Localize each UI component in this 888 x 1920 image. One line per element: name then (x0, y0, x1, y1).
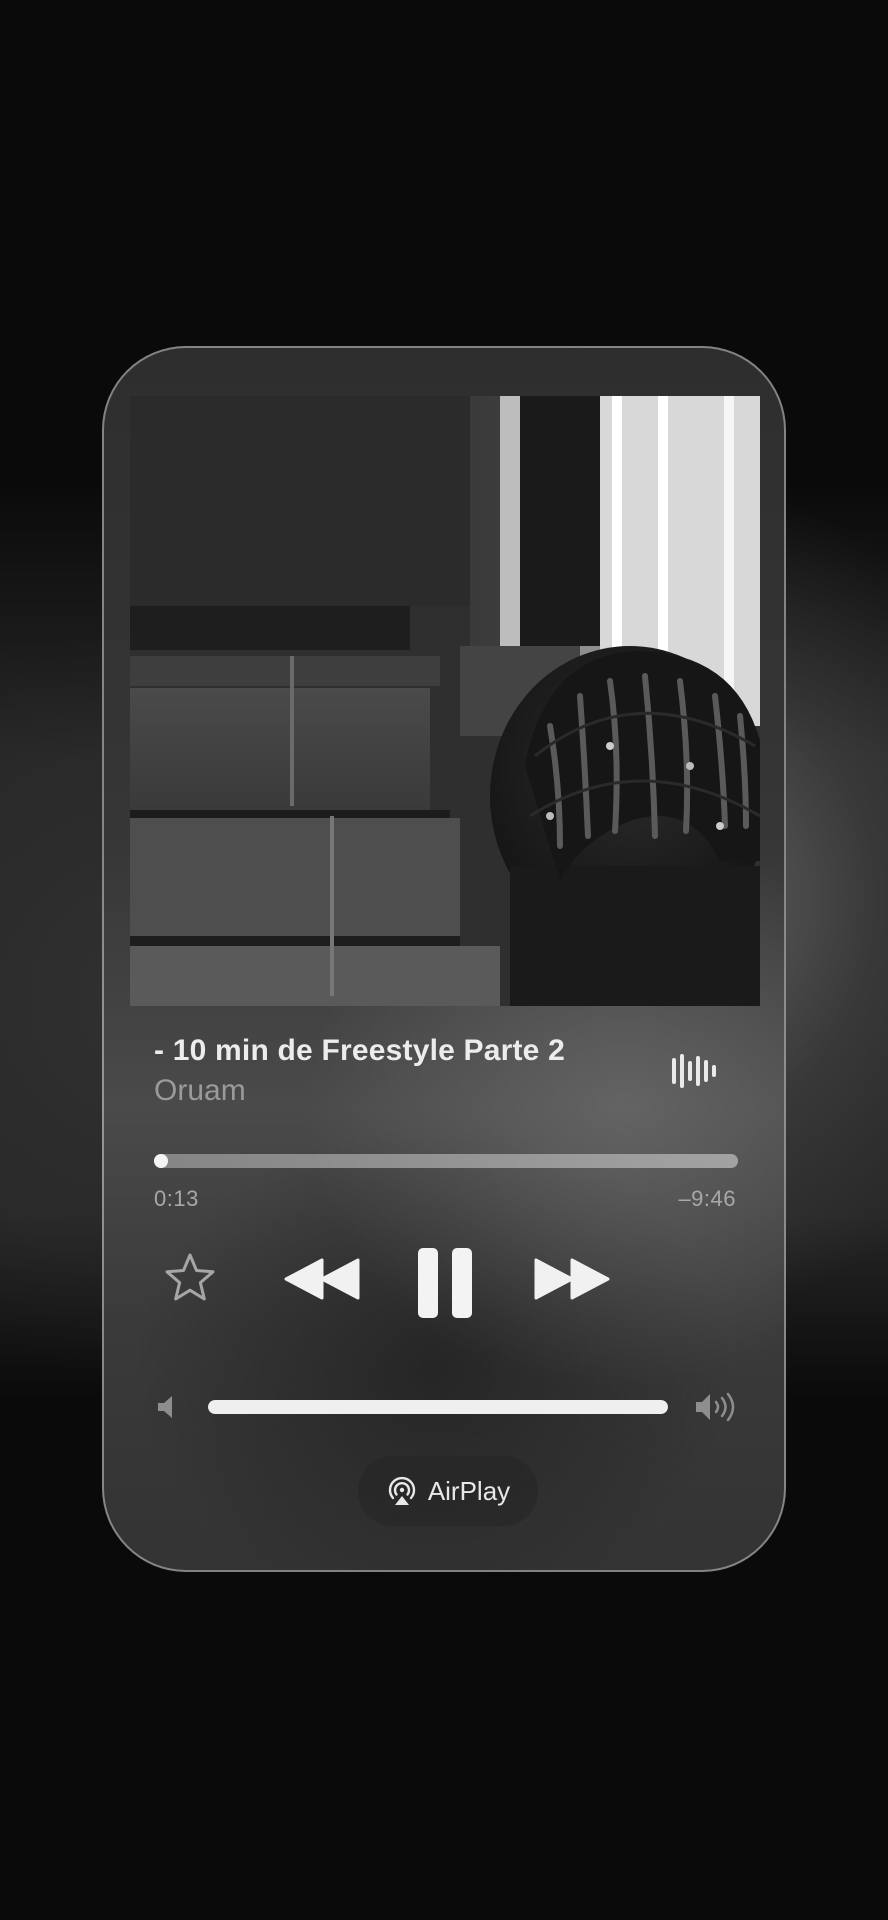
airplay-label: AirPlay (427, 1475, 511, 1506)
now-playing-card: - 10 min de Freestyle Parte 2 Oruam 0:13… (102, 346, 786, 1572)
pause-icon[interactable] (416, 1246, 474, 1320)
track-title: - 10 min de Freestyle Parte 2 (154, 1034, 565, 1067)
track-title-marquee: - 10 min de Freestyle Parte 2 (154, 1034, 624, 1078)
album-artwork[interactable] (130, 396, 760, 1006)
volume-slider[interactable] (208, 1400, 668, 1414)
speaker-high-icon (694, 1390, 738, 1424)
playback-progress-fill (154, 1154, 168, 1168)
star-icon[interactable] (164, 1252, 216, 1304)
playback-scrubber[interactable] (154, 1154, 738, 1168)
waveform-icon[interactable] (670, 1052, 718, 1090)
remaining-time: –9:46 (678, 1186, 736, 1211)
airplay-button[interactable]: AirPlay (358, 1456, 538, 1526)
fast-forward-icon[interactable] (532, 1256, 612, 1302)
volume-slider-fill (208, 1400, 668, 1414)
rewind-icon[interactable] (282, 1256, 362, 1302)
now-playing-screen: - 10 min de Freestyle Parte 2 Oruam 0:13… (0, 0, 888, 1920)
airplay-icon (386, 1475, 418, 1507)
track-artist[interactable]: Oruam (154, 1074, 246, 1108)
speaker-low-icon (156, 1394, 180, 1420)
elapsed-time: 0:13 (154, 1186, 199, 1211)
